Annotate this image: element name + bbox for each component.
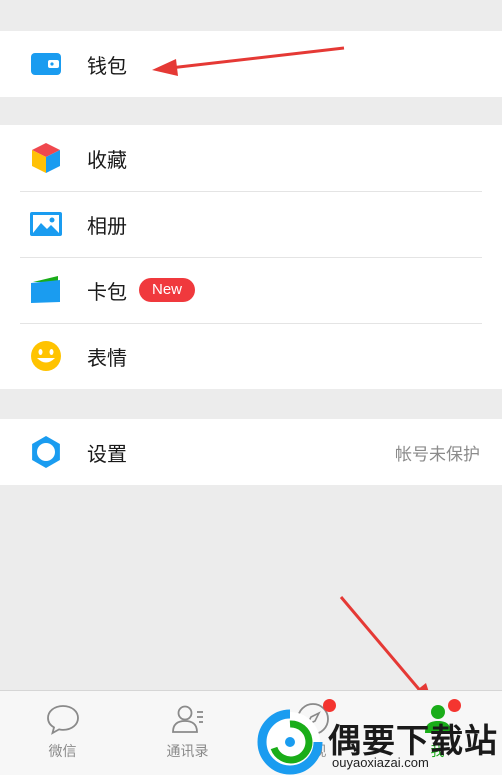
favorites-label: 收藏 [87, 147, 127, 172]
account-status-text: 帐号未保护 [395, 444, 480, 465]
smiley-icon [28, 338, 64, 374]
settings-section: 设置 帐号未保护 [0, 419, 502, 485]
stickers-label: 表情 [87, 345, 127, 370]
tab-contacts[interactable]: 通讯录 [125, 691, 250, 775]
wallet-icon [28, 46, 64, 82]
album-label: 相册 [87, 213, 127, 238]
cards-label: 卡包 [87, 279, 127, 304]
watermark-logo-icon [257, 709, 323, 775]
tab-label: 微信 [48, 744, 77, 760]
menu-item-cards[interactable]: 卡包 New [0, 257, 502, 323]
tab-chats[interactable]: 微信 [0, 691, 125, 775]
new-badge: New [139, 278, 196, 302]
menu-item-wallet[interactable]: 钱包 [0, 31, 502, 97]
album-icon [28, 206, 64, 242]
menu-item-stickers[interactable]: 表情 [0, 323, 502, 389]
card-wallet-icon [28, 272, 64, 308]
menu-item-settings[interactable]: 设置 帐号未保护 [0, 419, 502, 485]
menu-item-album[interactable]: 相册 [0, 191, 502, 257]
chat-bubble-icon [45, 701, 81, 737]
tab-label: 通讯录 [166, 744, 209, 760]
wallet-section: 钱包 [0, 31, 502, 97]
site-watermark: 偶要下载站 ouyaoxiazai.com [254, 708, 502, 775]
features-section: 收藏 相册 卡包 New 表情 [0, 125, 502, 389]
cube-icon [28, 140, 64, 176]
gear-icon [28, 434, 64, 470]
wallet-label: 钱包 [87, 53, 127, 78]
menu-item-favorites[interactable]: 收藏 [0, 125, 502, 191]
watermark-url: ouyaoxiazai.com [332, 755, 429, 770]
contacts-icon [170, 701, 206, 737]
settings-label: 设置 [87, 441, 127, 466]
